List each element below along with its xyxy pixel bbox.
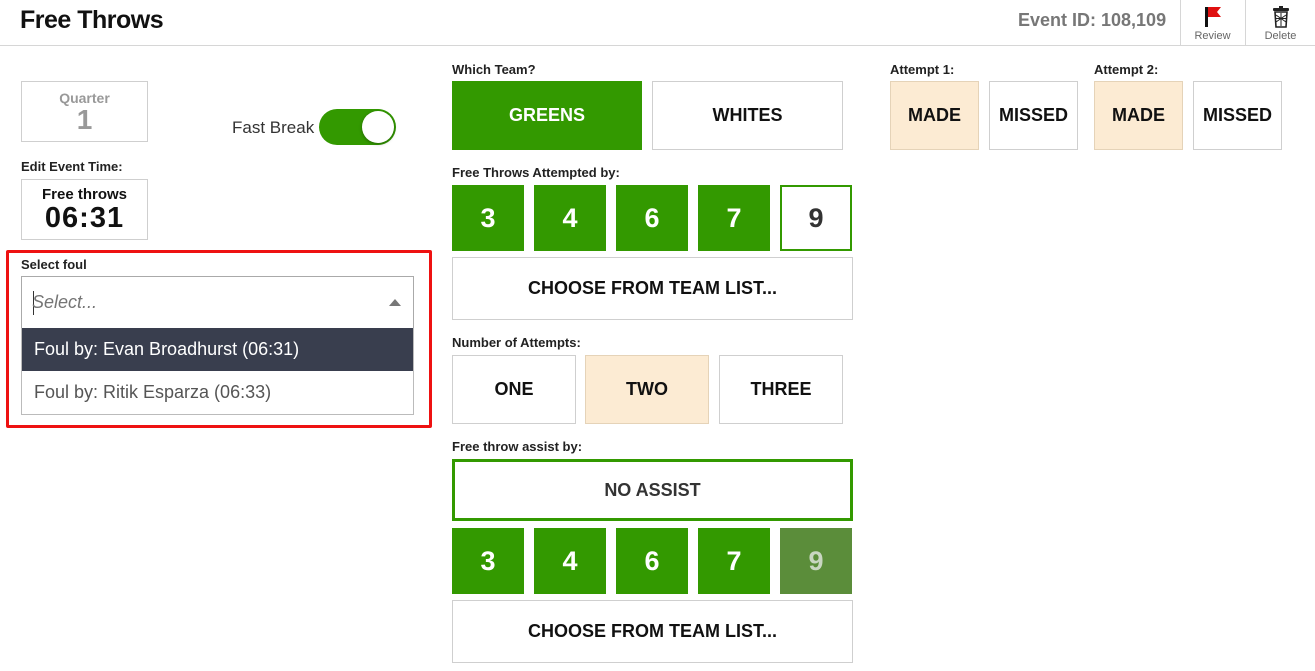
no-assist-button[interactable]: NO ASSIST [452,459,853,521]
attempts-three-button[interactable]: THREE [719,355,843,424]
assist-number-button[interactable]: 6 [616,528,688,594]
quarter-value: 1 [76,104,93,135]
delete-label: Delete [1264,30,1297,42]
assist-label: Free throw assist by: [452,439,583,454]
event-type-label: Free throws [41,186,128,203]
assist-number-button[interactable]: 4 [534,528,606,594]
foul-option[interactable]: Foul by: Ritik Esparza (06:33) [22,371,413,414]
player-number-button[interactable]: 6 [616,185,688,251]
num-attempts-label: Number of Attempts: [452,335,581,350]
attempt1-label: Attempt 1: [890,62,955,77]
foul-dropdown-list: Foul by: Evan Broadhurst (06:31) Foul by… [21,328,414,415]
choose-from-team-list-button-assist[interactable]: CHOOSE FROM TEAM LIST... [452,600,853,663]
attempts-one-button[interactable]: ONE [452,355,576,424]
which-team-label: Which Team? [452,62,536,77]
player-number-button[interactable]: 4 [534,185,606,251]
top-bar: Free Throws Event ID: 108,109 Review Del… [0,0,1315,46]
attempts-two-button[interactable]: TWO [585,355,709,424]
assist-number-button[interactable]: 7 [698,528,770,594]
attempt2-label: Attempt 2: [1094,62,1159,77]
assist-number-button-disabled[interactable]: 9 [780,528,852,594]
attempt1-missed-button[interactable]: MISSED [989,81,1078,150]
player-number-button-selected[interactable]: 9 [780,185,852,251]
attempt2-missed-button[interactable]: MISSED [1193,81,1282,150]
foul-search-input[interactable] [32,288,362,316]
player-number-button[interactable]: 7 [698,185,770,251]
event-time-editor[interactable]: Free throws 06:31 [21,179,148,240]
player-number-button[interactable]: 3 [452,185,524,251]
foul-select[interactable] [21,276,414,329]
flag-icon [1204,7,1221,27]
event-id: Event ID: 108,109 [1018,10,1167,30]
attempt1-made-button[interactable]: MADE [890,81,979,150]
caret-up-icon[interactable] [389,299,401,306]
review-button[interactable]: Review [1180,0,1244,46]
trash-icon [1272,6,1289,28]
delete-button[interactable]: Delete [1245,0,1315,46]
review-label: Review [1194,30,1231,42]
select-foul-label: Select foul [21,257,87,272]
foul-option[interactable]: Foul by: Evan Broadhurst (06:31) [22,328,413,371]
edit-time-label: Edit Event Time: [21,159,123,174]
toggle-knob [362,111,394,143]
team-whites-button[interactable]: WHITES [652,81,843,150]
attempt2-made-button[interactable]: MADE [1094,81,1183,150]
fast-break-toggle[interactable] [319,109,396,145]
page-title: Free Throws [20,6,164,34]
assist-number-button[interactable]: 3 [452,528,524,594]
fast-break-label: Fast Break [232,118,315,137]
attempted-by-label: Free Throws Attempted by: [452,165,620,180]
quarter-selector[interactable]: Quarter 1 [21,81,148,142]
team-greens-button[interactable]: GREENS [452,81,642,150]
choose-from-team-list-button[interactable]: CHOOSE FROM TEAM LIST... [452,257,853,320]
event-time-value: 06:31 [44,202,125,234]
